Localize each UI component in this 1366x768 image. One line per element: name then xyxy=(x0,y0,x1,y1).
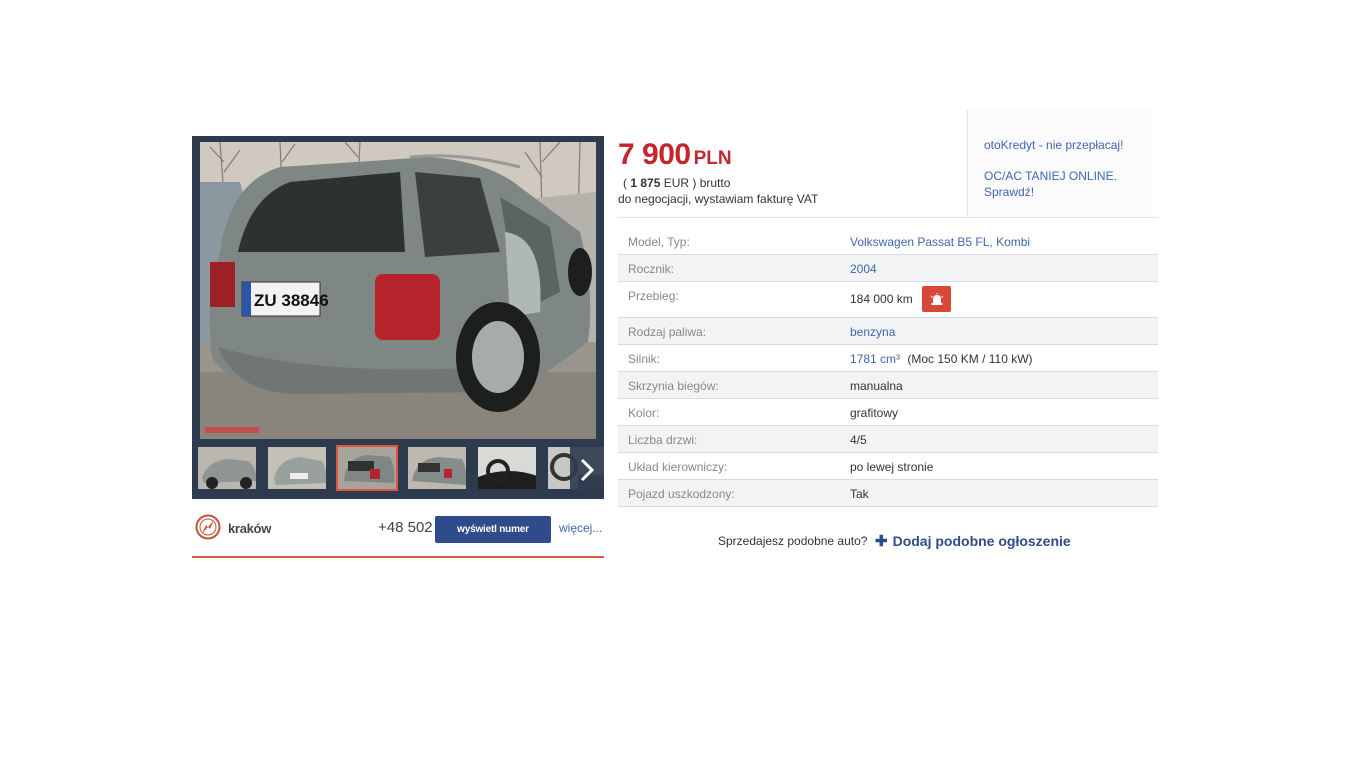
add-similar-listing-link[interactable]: ✚ Dodaj podobne ogłoszenie xyxy=(875,532,1071,550)
chevron-right-icon xyxy=(580,458,595,481)
param-row-year: Rocznik: 2004 xyxy=(618,255,1158,282)
param-value-fuel[interactable]: benzyna xyxy=(850,325,895,339)
param-value-model[interactable]: Volkswagen Passat B5 FL, Kombi xyxy=(850,235,1030,249)
param-row-damaged: Pojazd uszkodzony: Tak xyxy=(618,480,1158,507)
thumbnail-3[interactable] xyxy=(336,445,398,491)
insurance-link[interactable]: OC/AC TANIEJ ONLINE. xyxy=(984,168,1117,184)
negotiation-note: do negocjacji, wystawiam fakturę VAT xyxy=(618,192,819,206)
param-row-model: Model, Typ: Volkswagen Passat B5 FL, Kom… xyxy=(618,228,1158,255)
param-row-fuel: Rodzaj paliwa: benzyna xyxy=(618,318,1158,345)
param-row-mileage: Przebieg: 184 000 km xyxy=(618,282,1158,318)
param-value-gearbox: manualna xyxy=(850,379,903,393)
vehicle-parameters: Model, Typ: Volkswagen Passat B5 FL, Kom… xyxy=(618,228,1158,507)
license-plate-text: ZU 38846 xyxy=(254,291,329,310)
thumbnail-1[interactable] xyxy=(196,445,258,491)
engine-capacity-link[interactable]: 1781 cm³ xyxy=(850,352,900,366)
otokredyt-link[interactable]: otoKredyt - nie przepłacaj! xyxy=(984,137,1123,153)
param-label: Kolor: xyxy=(628,406,660,420)
main-car-photo[interactable]: ZU 38846 xyxy=(200,142,596,439)
price-currency: PLN xyxy=(693,148,732,169)
param-row-steering: Układ kierowniczy: po lewej stronie xyxy=(618,453,1158,480)
thumbnail-5[interactable] xyxy=(476,445,538,491)
param-value-doors: 4/5 xyxy=(850,433,867,447)
compass-icon xyxy=(195,514,221,540)
param-label: Rocznik: xyxy=(628,262,675,276)
show-number-button[interactable]: wyświetl numer xyxy=(435,516,551,543)
add-similar-label: Dodaj podobne ogłoszenie xyxy=(892,533,1071,549)
param-label: Model, Typ: xyxy=(628,235,690,249)
price-section: 7 900 PLN ( 1 875 EUR ) brutto do negocja… xyxy=(618,138,818,206)
plus-icon: ✚ xyxy=(875,533,888,550)
param-row-gearbox: Skrzynia biegów: manualna xyxy=(618,372,1158,399)
promo-box: otoKredyt - nie przepłacaj! OC/AC TANIEJ… xyxy=(967,110,1151,216)
param-label: Silnik: xyxy=(628,352,661,366)
price-value: 7 900 xyxy=(618,138,691,171)
divider xyxy=(618,217,1158,218)
price-eur: ( 1 875 EUR ) brutto xyxy=(623,176,730,190)
param-label: Rodzaj paliwa: xyxy=(628,325,707,339)
photo-gallery: ZU 38846 xyxy=(192,136,604,499)
param-row-color: Kolor: grafitowy xyxy=(618,399,1158,426)
param-value-mileage: 184 000 km xyxy=(850,292,913,306)
param-value-steering: po lewej stronie xyxy=(850,460,934,474)
param-label: Skrzynia biegów: xyxy=(628,379,719,393)
param-row-doors: Liczba drzwi: 4/5 xyxy=(618,426,1158,453)
car-photo-image: ZU 38846 xyxy=(200,142,596,439)
engine-power: (Moc 150 KM / 110 kW) xyxy=(907,352,1033,366)
thumbnail-2[interactable] xyxy=(266,445,328,491)
sell-similar-question: Sprzedajesz podobne auto? xyxy=(718,534,868,548)
param-value-engine: 1781 cm³ (Moc 150 KM / 110 kW) xyxy=(850,352,1033,366)
eur-suffix: EUR ) brutto xyxy=(663,176,731,190)
mileage-alert-button[interactable] xyxy=(922,286,951,312)
insurance-check-link[interactable]: Sprawdź! xyxy=(984,184,1034,200)
param-label: Układ kierowniczy: xyxy=(628,460,728,474)
seller-contact-bar: kraków +48 502 wyświetl numer więcej... xyxy=(192,506,604,558)
param-row-engine: Silnik: 1781 cm³ (Moc 150 KM / 110 kW) xyxy=(618,345,1158,372)
param-label: Przebieg: xyxy=(628,289,679,303)
thumbnail-strip xyxy=(192,443,604,496)
param-value-year[interactable]: 2004 xyxy=(850,262,877,276)
eur-amount: 1 875 xyxy=(630,176,661,190)
param-label: Liczba drzwi: xyxy=(628,433,698,447)
next-thumbnails-button[interactable] xyxy=(570,443,604,496)
param-value-damaged: Tak xyxy=(850,487,869,501)
thumbnail-4[interactable] xyxy=(406,445,468,491)
param-label: Pojazd uszkodzony: xyxy=(628,487,735,501)
more-link[interactable]: więcej... xyxy=(559,521,602,535)
param-value-color: grafitowy xyxy=(850,406,899,420)
eur-prefix: ( xyxy=(623,176,627,190)
phone-number-partial: +48 502 xyxy=(378,519,433,536)
seller-location: kraków xyxy=(228,521,272,536)
alarm-icon xyxy=(930,293,943,305)
